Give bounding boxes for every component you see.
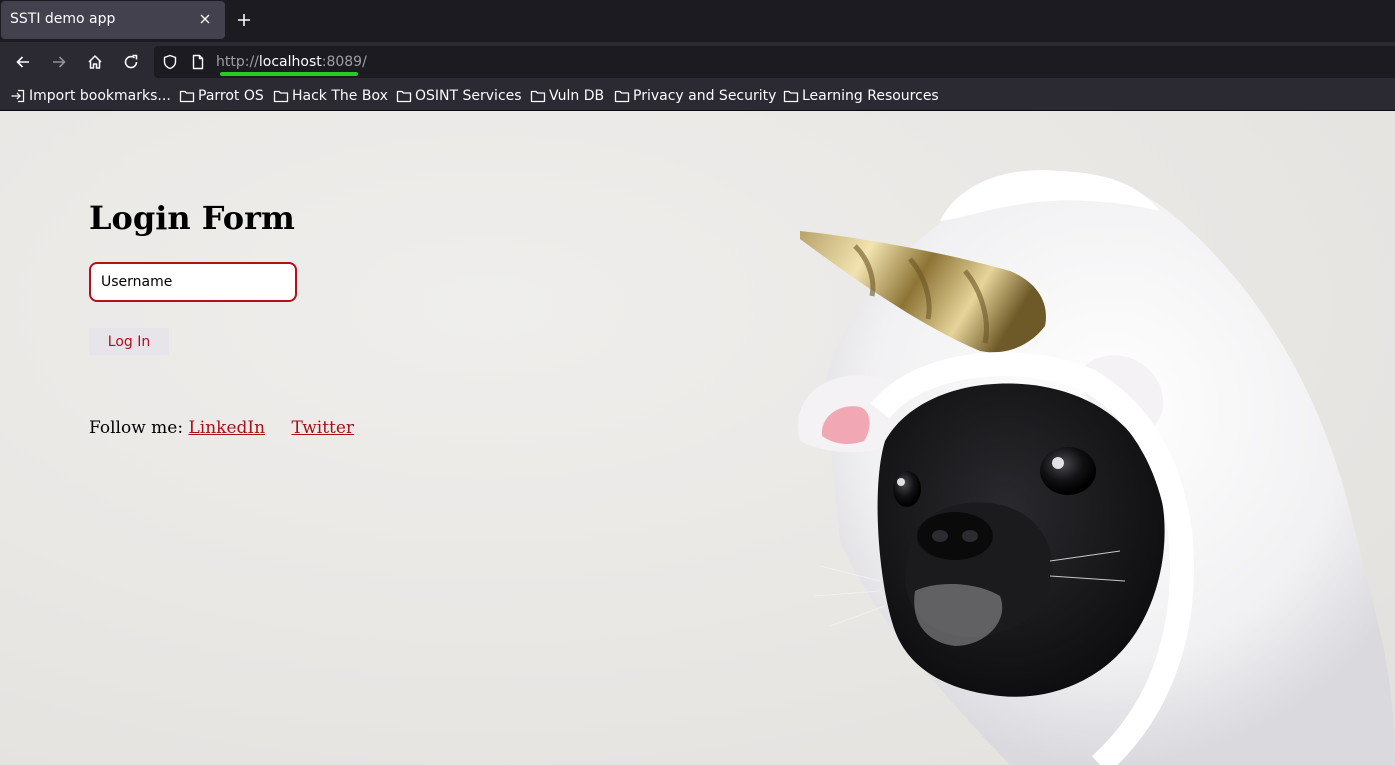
username-input[interactable] — [89, 262, 297, 302]
home-icon[interactable] — [83, 50, 107, 74]
linkedin-link[interactable]: LinkedIn — [188, 418, 265, 438]
page-title: Login Form — [89, 199, 295, 237]
tab-strip: SSTI demo app — [0, 0, 1395, 42]
address-bar[interactable]: http://localhost:8089/ — [154, 46, 1395, 78]
navigation-toolbar: http://localhost:8089/ — [0, 42, 1395, 82]
url-host: localhost — [258, 54, 322, 70]
shield-icon[interactable] — [162, 54, 178, 70]
bookmark-folder-osint-services[interactable]: OSINT Services — [396, 86, 522, 106]
bookmark-label: OSINT Services — [415, 88, 522, 104]
bookmark-folder-vuln-db[interactable]: Vuln DB — [530, 86, 604, 106]
tab-ssti-demo-app[interactable]: SSTI demo app — [1, 1, 225, 39]
back-arrow-icon[interactable] — [11, 50, 35, 74]
url-highlight-underline — [220, 72, 358, 76]
url-scheme: http:// — [216, 54, 259, 70]
bookmark-folder-parrot-os[interactable]: Parrot OS — [179, 86, 264, 106]
tab-title: SSTI demo app — [10, 11, 116, 27]
folder-icon — [614, 90, 630, 103]
bookmarks-toolbar: Import bookmarks... Parrot OS Hack The B… — [0, 82, 1395, 111]
bookmark-import-bookmarks[interactable]: Import bookmarks... — [10, 86, 171, 106]
reload-icon[interactable] — [119, 50, 143, 74]
bookmark-folder-learning-resources[interactable]: Learning Resources — [783, 86, 939, 106]
folder-icon — [273, 90, 289, 103]
url-port: :8089/ — [321, 54, 367, 70]
bookmark-label: Learning Resources — [802, 88, 939, 104]
follow-me-label: Follow me: — [89, 418, 184, 438]
folder-icon — [396, 90, 412, 103]
forward-arrow-icon[interactable] — [47, 50, 71, 74]
folder-icon — [179, 90, 195, 103]
log-in-button[interactable]: Log In — [89, 328, 169, 355]
bookmark-folder-hack-the-box[interactable]: Hack The Box — [273, 86, 388, 106]
folder-icon — [783, 90, 799, 103]
new-tab-icon[interactable] — [233, 9, 255, 31]
url-text[interactable]: http://localhost:8089/ — [216, 54, 367, 70]
twitter-link[interactable]: Twitter — [291, 418, 354, 438]
bookmark-folder-privacy-and-security[interactable]: Privacy and Security — [614, 86, 776, 106]
follow-me-line: Follow me: LinkedIn Twitter — [89, 418, 354, 438]
bookmark-label: Privacy and Security — [633, 88, 777, 104]
import-icon — [11, 89, 25, 103]
page-icon[interactable] — [190, 54, 206, 70]
bookmark-label: Parrot OS — [198, 88, 264, 104]
bookmark-label: Hack The Box — [292, 88, 388, 104]
unicorn-dog-photo — [798, 170, 1395, 765]
folder-icon — [530, 90, 546, 103]
bookmark-label: Import bookmarks... — [29, 88, 171, 104]
page-content: Login Form Log In Follow me: LinkedIn Tw… — [0, 111, 1395, 765]
bookmark-label: Vuln DB — [549, 88, 605, 104]
close-tab-icon[interactable] — [195, 9, 215, 29]
